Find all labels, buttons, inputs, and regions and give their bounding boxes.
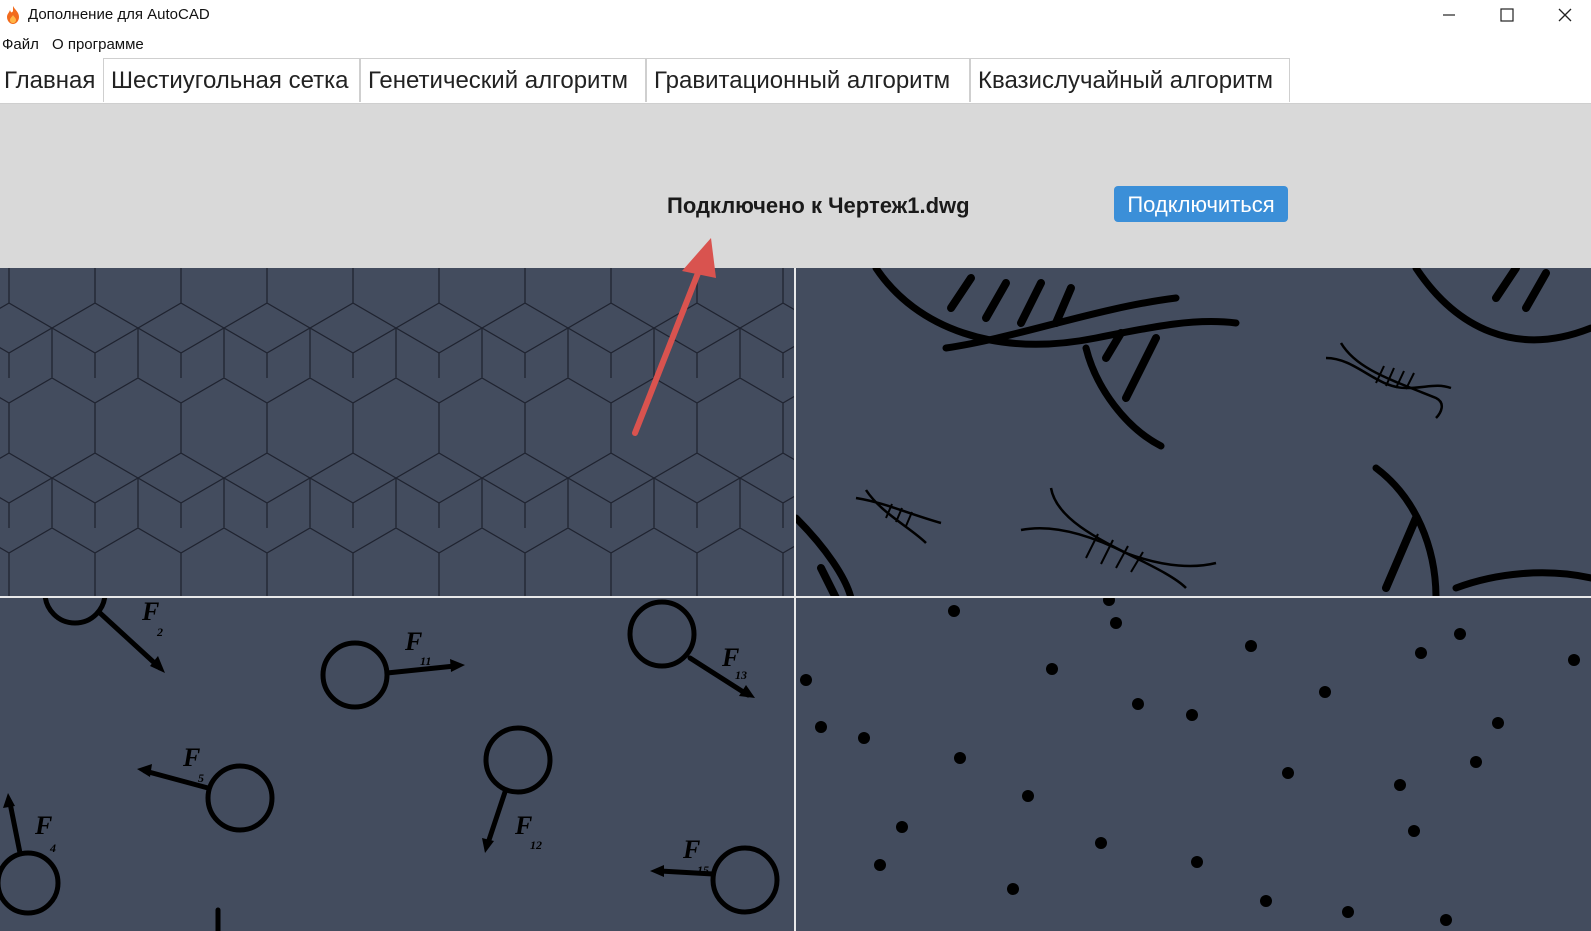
gravity-tile[interactable]: F 2 F 11 F 13 F 5 F 12 F 4 F 15	[0, 598, 794, 931]
close-icon	[1558, 8, 1572, 22]
genetic-tile[interactable]	[796, 268, 1591, 596]
svg-text:15: 15	[697, 863, 709, 877]
tab-genetic[interactable]: Генетический алгоритм	[360, 58, 646, 102]
svg-text:4: 4	[49, 841, 56, 855]
maximize-button[interactable]	[1478, 0, 1536, 30]
maximize-icon	[1500, 8, 1514, 22]
svg-text:F: F	[682, 835, 700, 864]
minimize-button[interactable]	[1420, 0, 1478, 30]
svg-text:F: F	[514, 811, 532, 840]
quasirandom-tile[interactable]	[796, 598, 1591, 931]
dna-helix-image	[796, 268, 1591, 596]
svg-text:F: F	[404, 627, 422, 656]
tab-main[interactable]: Главная	[0, 58, 103, 102]
gravity-vectors-image: F 2 F 11 F 13 F 5 F 12 F 4 F 15	[0, 598, 780, 931]
svg-text:13: 13	[735, 668, 747, 682]
tab-gravity[interactable]: Гравитационный алгоритм	[646, 58, 970, 102]
svg-text:11: 11	[420, 654, 431, 668]
tab-hex-grid[interactable]: Шестиугольная сетка	[103, 58, 360, 102]
svg-text:12: 12	[530, 838, 542, 852]
title-bar: Дополнение для AutoCAD	[0, 0, 1591, 30]
svg-text:5: 5	[198, 771, 204, 785]
main-panel: Подключено к Чертеж1.dwg Подключиться F …	[0, 104, 1591, 931]
scattered-dots-image	[800, 598, 1580, 926]
minimize-icon	[1443, 14, 1455, 16]
svg-text:F: F	[141, 598, 159, 626]
window-title: Дополнение для AutoCAD	[28, 6, 210, 23]
algorithm-tiles: F 2 F 11 F 13 F 5 F 12 F 4 F 15	[0, 268, 1591, 931]
connect-button[interactable]: Подключиться	[1114, 186, 1288, 222]
flame-icon	[7, 6, 19, 24]
tab-quasirandom[interactable]: Квазислучайный алгоритм	[970, 58, 1290, 102]
close-button[interactable]	[1536, 0, 1591, 30]
menu-file[interactable]: Файл	[2, 36, 39, 53]
hex-grid-tile[interactable]	[0, 268, 794, 596]
menu-about[interactable]: О программе	[52, 36, 144, 53]
svg-text:2: 2	[156, 625, 163, 639]
svg-text:F: F	[34, 811, 52, 840]
connection-status: Подключено к Чертеж1.dwg	[667, 193, 970, 218]
hexagon-grid-image	[0, 268, 794, 596]
svg-text:F: F	[182, 743, 200, 772]
tab-strip: Главная Шестиугольная сетка Генетический…	[0, 57, 1591, 104]
menu-bar: Файл О программе	[0, 32, 1591, 56]
